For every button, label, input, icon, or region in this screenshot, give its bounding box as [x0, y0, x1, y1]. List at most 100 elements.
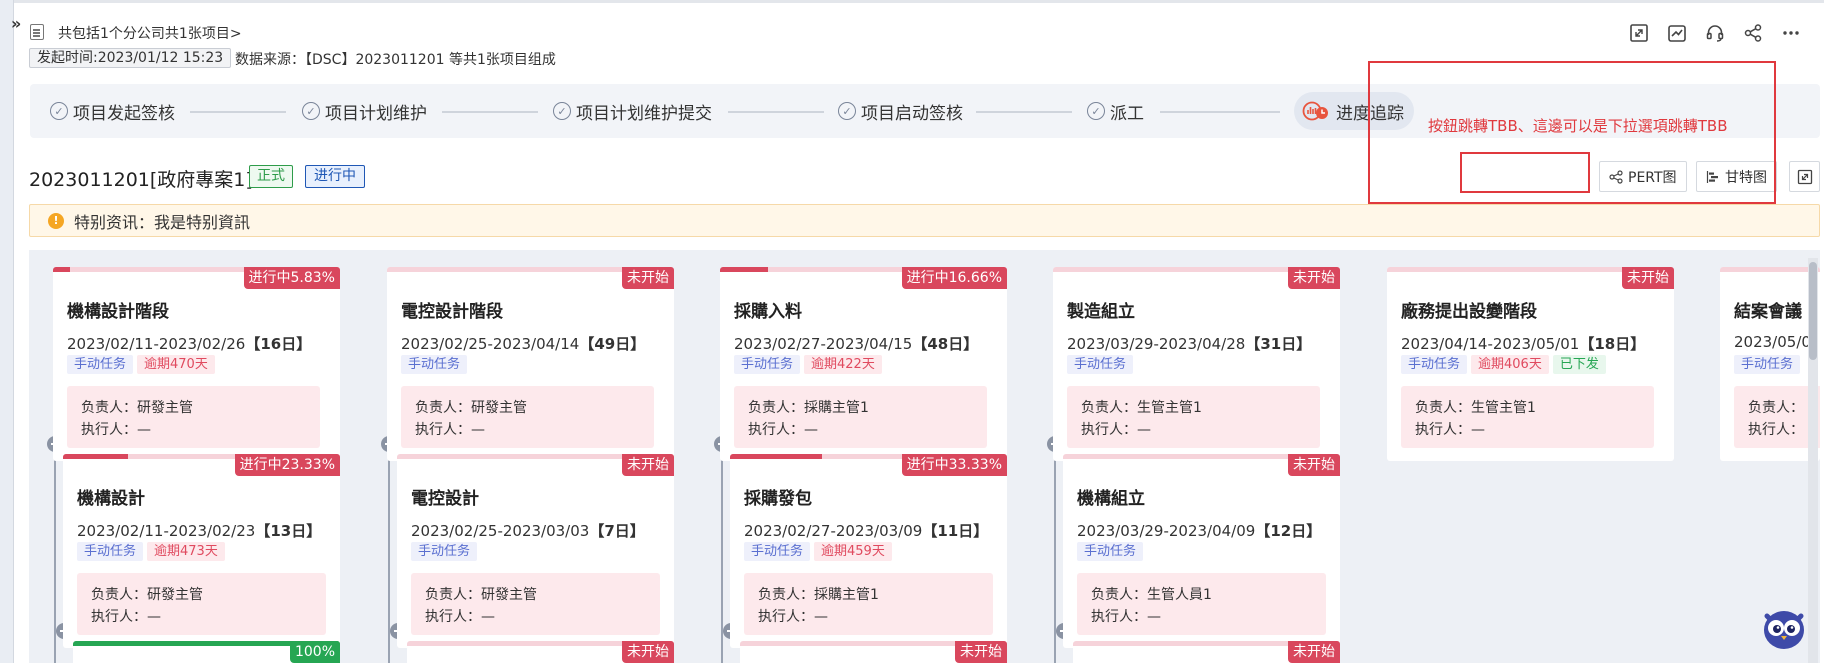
step-plan-maintenance-submit[interactable]: ✓ 项目计划维护提交 — [553, 84, 712, 138]
status-badge: 进行中23.33% — [234, 454, 340, 476]
date-range: 2023/02/25-2023/03/03 — [411, 522, 590, 540]
expand-sidebar-icon[interactable]: » — [11, 14, 21, 33]
task-tag: 逾期422天 — [804, 355, 882, 374]
duration: 【11日】 — [922, 522, 989, 540]
more-icon[interactable] — [1780, 22, 1802, 44]
step-connector — [190, 111, 286, 113]
stage-card[interactable]: 未开始 廠務提出設變階段 2023/04/14-2023/05/01【18日】 … — [1387, 267, 1674, 461]
card-date: 2023/03/29-2023/04/28【31日】 — [1067, 333, 1311, 354]
status-badge: 未开始 — [622, 267, 674, 289]
headset-icon[interactable] — [1704, 22, 1726, 44]
card-people: 负责人：研發主管 执行人：— — [67, 386, 320, 448]
owner: 负责人：生管主管1 — [1081, 400, 1202, 416]
task-tag: 手动任务 — [77, 542, 144, 561]
task-card[interactable]: 未开始 — [1073, 641, 1340, 663]
duration: 【7日】 — [589, 522, 645, 540]
duration: 【18日】 — [1579, 335, 1646, 353]
status-badge: 进行中33.33% — [901, 454, 1007, 476]
card-title: 採購發包 — [744, 489, 812, 509]
assistant-owl-icon[interactable] — [1759, 602, 1809, 652]
status-badge: 未开始 — [1288, 641, 1340, 663]
step-label: 项目启动签核 — [861, 103, 963, 124]
step-connector — [1160, 111, 1280, 113]
task-card[interactable]: 进行中23.33% 機構設計 2023/02/11-2023/02/23【13日… — [63, 454, 340, 648]
progress-fill — [720, 267, 768, 272]
card-title: 電控設計 — [411, 489, 479, 509]
fullscreen-button[interactable] — [1789, 161, 1820, 192]
expand-icon[interactable] — [1628, 22, 1650, 44]
progress-track — [1720, 267, 1820, 272]
executor: 执行人：— — [1091, 609, 1161, 625]
progress-fill — [53, 267, 70, 272]
card-people: 负责人：採購主管1 执行人：— — [744, 573, 993, 635]
data-source: 数据来源：【DSC】2023011201 等共1张项目组成 — [235, 52, 556, 68]
task-tag: 手动任务 — [1401, 355, 1468, 374]
special-notice: ! 特别资讯：我是特别資訊 — [29, 204, 1820, 237]
chart-icon[interactable] — [1666, 22, 1688, 44]
step-dispatch[interactable]: ✓ 派工 — [1087, 84, 1144, 138]
task-tag: 手动任务 — [734, 355, 801, 374]
project-summary-link[interactable]: 共包括1个分公司共1张项目> — [58, 23, 242, 43]
stage-card[interactable]: 进行中16.66% 採購入料 2023/02/27-2023/04/15【48日… — [720, 267, 1007, 461]
duration: 【48日】 — [912, 335, 979, 353]
task-tag: 手动任务 — [744, 542, 811, 561]
date-range: 2023/04/14-2023/05/01 — [1401, 335, 1580, 353]
progress-chart-icon — [1302, 99, 1330, 123]
task-card[interactable]: 未开始 — [740, 641, 1007, 663]
toolbar — [1628, 22, 1802, 44]
check-circle-icon: ✓ — [302, 102, 320, 120]
card-people: 负责人：研發主管 执行人：— — [77, 573, 326, 635]
task-tag: 逾期473天 — [147, 542, 225, 561]
card-title: 廠務提出設變階段 — [1401, 302, 1537, 322]
card-tags: 手动任务 逾期406天 已下发 — [1401, 355, 1606, 374]
card-people: 负责人：研發主管 执行人：— — [401, 386, 654, 448]
card-date: 2023/03/29-2023/04/09【12日】 — [1077, 520, 1321, 541]
status-badge: 100% — [289, 641, 340, 663]
progress-board: 进行中5.83% 機構設計階段 2023/02/11-2023/02/26【16… — [29, 250, 1820, 663]
owner: 负责人：生管人員1 — [1091, 587, 1212, 603]
card-date: 2023/02/11-2023/02/26【16日】 — [67, 333, 311, 354]
card-tags: 手动任务 — [1077, 542, 1144, 561]
status-badge: 未开始 — [622, 641, 674, 663]
date-range: 2023/02/11-2023/02/26 — [67, 335, 246, 353]
scrollbar-thumb[interactable] — [1809, 262, 1817, 360]
status-badge: 未开始 — [1622, 267, 1674, 289]
card-title: 機構設計階段 — [67, 302, 169, 322]
stage-card[interactable]: 未开始 電控設計階段 2023/02/25-2023/04/14【49日】 手动… — [387, 267, 674, 461]
card-title: 製造組立 — [1067, 302, 1135, 322]
task-tag: 手动任务 — [67, 355, 134, 374]
stage-card[interactable]: 未开始 製造組立 2023/03/29-2023/04/28【31日】 手动任务… — [1053, 267, 1340, 461]
task-tag: 手动任务 — [401, 355, 468, 374]
check-circle-icon: ✓ — [50, 102, 68, 120]
card-tags: 手动任务 — [401, 355, 468, 374]
step-project-initiation-signoff[interactable]: ✓ 项目发起签核 — [50, 84, 175, 138]
step-project-plan-maintenance[interactable]: ✓ 项目计划维护 — [302, 84, 427, 138]
start-time-badge: 发起时间:2023/01/12 15:23 — [29, 48, 232, 68]
task-tag: 逾期470天 — [137, 355, 215, 374]
card-date: 2023/02/27-2023/03/09【11日】 — [744, 520, 988, 541]
status-badge: 未开始 — [955, 641, 1007, 663]
share-icon[interactable] — [1742, 22, 1764, 44]
document-icon — [30, 24, 44, 40]
stage-card[interactable]: 进行中5.83% 機構設計階段 2023/02/11-2023/02/26【16… — [53, 267, 340, 461]
card-tags: 手动任务 — [411, 542, 478, 561]
step-project-start-signoff[interactable]: ✓ 项目启动签核 — [838, 84, 963, 138]
card-title: 電控設計階段 — [401, 302, 503, 322]
executor: 执行人：— — [425, 609, 495, 625]
duration: 【49日】 — [579, 335, 646, 353]
task-card[interactable]: 100% — [73, 641, 340, 663]
owner: 负责人：研發主管 — [425, 587, 537, 603]
left-strip — [0, 0, 14, 663]
step-connector — [728, 111, 824, 113]
stage-card[interactable]: 結案會議 2023/05/0 手动任务 负责人： 执行人： — [1720, 267, 1820, 461]
task-card[interactable]: 进行中33.33% 採購發包 2023/02/27-2023/03/09【11日… — [730, 454, 1007, 648]
task-card[interactable]: 未开始 機構組立 2023/03/29-2023/04/09【12日】 手动任务… — [1063, 454, 1340, 648]
owner: 负责人：研發主管 — [415, 400, 527, 416]
task-card[interactable]: 未开始 電控設計 2023/02/25-2023/03/03【7日】 手动任务 … — [397, 454, 674, 648]
owner: 负责人：採購主管1 — [758, 587, 879, 603]
annotation-note: 按鈕跳轉TBB、這邊可以是下拉選項跳轉TBB — [1428, 117, 1728, 135]
task-card[interactable]: 未开始 — [407, 641, 674, 663]
warning-icon: ! — [48, 212, 64, 229]
date-range: 2023/02/27-2023/03/09 — [744, 522, 923, 540]
task-tag: 手动任务 — [1077, 542, 1144, 561]
